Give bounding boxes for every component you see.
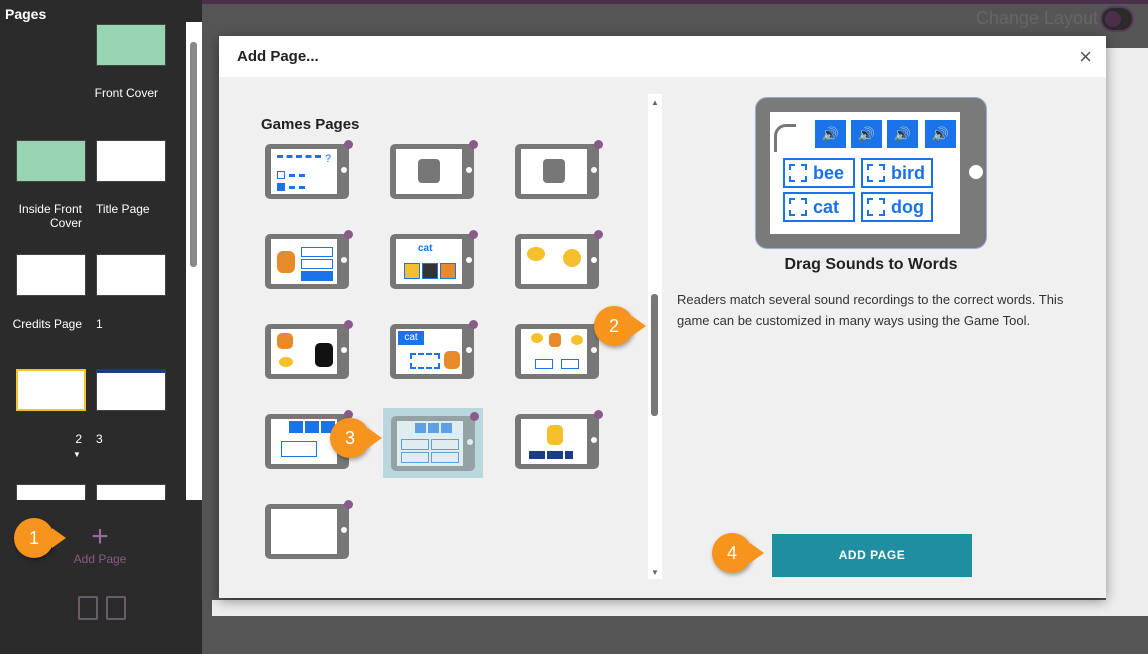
- template-tile[interactable]: cat: [390, 320, 478, 384]
- add-page-dialog: Add Page... × Games Pages ? cat cat ▲ ▼ …: [219, 36, 1106, 598]
- template-tile[interactable]: [390, 140, 478, 204]
- change-layout-toggle[interactable]: [1100, 6, 1134, 32]
- thumb-page-3[interactable]: [96, 369, 166, 411]
- template-preview-image: 🔊 🔊 🔊 🔊 bee bird cat dog: [755, 97, 987, 249]
- section-heading: Games Pages: [261, 116, 360, 133]
- callout-number: 3: [330, 418, 370, 458]
- canvas-edge-bottom: [212, 600, 1148, 616]
- thumb-label: 3: [96, 432, 103, 446]
- callout-number: 4: [712, 533, 752, 573]
- speaker-icon: 🔊: [851, 120, 882, 148]
- page-thumbnails[interactable]: Front Cover Inside Front Cover Title Pag…: [0, 22, 186, 500]
- template-tile[interactable]: cat: [390, 230, 478, 294]
- word-box: bee: [783, 158, 855, 188]
- delete-page-icon[interactable]: [106, 596, 126, 620]
- callout-number: 1: [14, 518, 54, 558]
- thumb-credits-page[interactable]: [16, 254, 86, 296]
- speaker-icon: 🔊: [925, 120, 956, 148]
- scroll-thumb[interactable]: [651, 294, 658, 416]
- thumb-label: 1: [96, 317, 103, 331]
- close-icon[interactable]: ×: [1079, 44, 1092, 70]
- word-label: bird: [891, 163, 925, 183]
- template-tile[interactable]: [515, 140, 603, 204]
- change-layout-label: Change Layout: [975, 8, 1098, 28]
- preview-title: Drag Sounds to Words: [784, 256, 958, 273]
- template-dot: [594, 140, 603, 149]
- template-dot: [469, 230, 478, 239]
- thumb-front-cover[interactable]: [96, 24, 166, 66]
- sidebar-scrollbar[interactable]: [186, 22, 202, 500]
- template-tile[interactable]: ?: [265, 140, 353, 204]
- canvas-edge: [1106, 48, 1148, 616]
- sidebar-title: Pages: [5, 6, 47, 22]
- template-dot: [344, 320, 353, 329]
- thumb-label: 2: [75, 432, 82, 446]
- thumb-label: Title Page: [96, 202, 150, 216]
- thumb-page-4[interactable]: [16, 484, 86, 500]
- scroll-down-icon[interactable]: ▼: [651, 568, 659, 577]
- callout-2: 2: [594, 306, 646, 346]
- preview-description: Readers match several sound recordings t…: [677, 292, 1064, 328]
- puzzle-icon: [418, 159, 440, 183]
- add-page-label: Add Page: [73, 552, 127, 566]
- add-page-button[interactable]: + Add Page: [64, 520, 136, 567]
- template-tile[interactable]: [515, 410, 603, 474]
- template-dot: [469, 140, 478, 149]
- speaker-icon: 🔊: [815, 120, 846, 148]
- template-dot: [594, 230, 603, 239]
- template-tile[interactable]: [265, 500, 353, 564]
- add-page-submit-button[interactable]: ADD PAGE: [772, 534, 972, 577]
- thumb-label: Inside Front Cover: [18, 202, 82, 230]
- word-box: cat: [783, 192, 855, 222]
- duplicate-page-icon[interactable]: [78, 596, 98, 620]
- home-button: [969, 165, 983, 179]
- template-tile[interactable]: [265, 230, 353, 294]
- template-tile-selected[interactable]: [383, 408, 483, 478]
- scroll-thumb[interactable]: [190, 42, 197, 267]
- callout-4: 4: [712, 533, 764, 573]
- template-tile[interactable]: [515, 230, 603, 294]
- callout-pointer: [632, 316, 646, 336]
- template-dot: [469, 320, 478, 329]
- thumb-page-1[interactable]: [96, 254, 166, 296]
- template-tile[interactable]: [515, 320, 603, 384]
- callout-1: 1: [14, 518, 66, 558]
- puzzle-icon: [543, 159, 565, 183]
- thumb-page-2[interactable]: [16, 369, 86, 411]
- callout-3: 3: [330, 418, 382, 458]
- word-label: dog: [891, 197, 924, 217]
- word-box: dog: [861, 192, 933, 222]
- arrow-icon: [774, 124, 796, 152]
- dialog-header: Add Page... ×: [219, 36, 1106, 77]
- template-dot: [344, 230, 353, 239]
- template-dot: [344, 140, 353, 149]
- templates-scrollbar[interactable]: ▲ ▼: [648, 94, 662, 579]
- template-dot: [344, 500, 353, 509]
- top-accent-bar: [202, 0, 1148, 4]
- speaker-icon: 🔊: [887, 120, 918, 148]
- thumb-title-page[interactable]: [96, 140, 166, 182]
- scroll-up-icon[interactable]: ▲: [651, 98, 659, 107]
- callout-number: 2: [594, 306, 634, 346]
- thumb-page-5[interactable]: [96, 484, 166, 500]
- sidebar-tools: [74, 594, 134, 622]
- toggle-knob: [1105, 11, 1121, 27]
- dialog-title: Add Page...: [237, 48, 319, 65]
- caret-down-icon[interactable]: ▼: [73, 450, 81, 459]
- plus-icon: +: [91, 520, 109, 553]
- word-label: cat: [813, 197, 840, 217]
- callout-pointer: [52, 528, 66, 548]
- callout-pointer: [750, 543, 764, 563]
- template-dot: [470, 412, 479, 421]
- template-tile[interactable]: [265, 320, 353, 384]
- word-box: bird: [861, 158, 933, 188]
- template-dot: [594, 410, 603, 419]
- callout-pointer: [368, 428, 382, 448]
- thumb-label: Credits Page: [12, 317, 82, 331]
- thumb-inside-front-cover[interactable]: [16, 140, 86, 182]
- thumb-label: Front Cover: [94, 86, 158, 100]
- word-label: bee: [813, 163, 845, 183]
